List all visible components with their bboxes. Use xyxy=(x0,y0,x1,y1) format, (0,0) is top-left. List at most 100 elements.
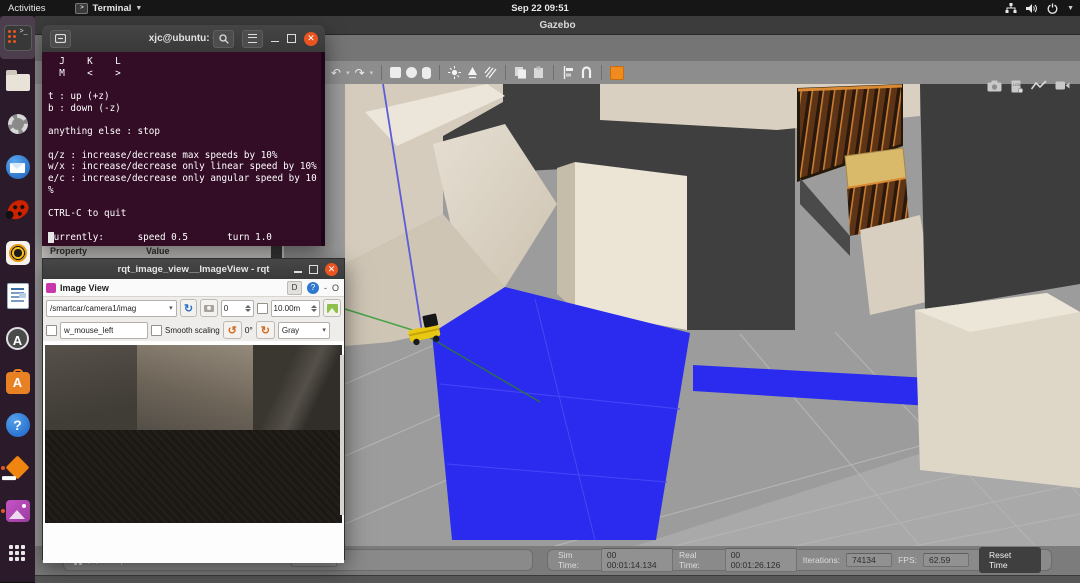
insert-box-icon[interactable] xyxy=(390,67,401,78)
close-button[interactable]: ✕ xyxy=(304,32,318,46)
rotate-right-button[interactable]: ↻ xyxy=(256,321,275,339)
refresh-topics-button[interactable]: ↻ xyxy=(180,299,198,317)
clock[interactable]: Sep 22 09:51 xyxy=(511,3,569,14)
value-column-header[interactable]: Value xyxy=(146,246,170,256)
plugin-settings-button[interactable]: D xyxy=(287,281,302,295)
dock-item-writer[interactable] xyxy=(0,274,35,317)
dock-item-gazebo[interactable] xyxy=(0,446,35,489)
zoom-spinbox[interactable]: 0 xyxy=(221,300,254,317)
dock-item-app-center[interactable]: A xyxy=(0,317,35,360)
dock-item-thunderbird[interactable] xyxy=(0,145,35,188)
dynamic-range-checkbox[interactable] xyxy=(257,303,267,314)
align-icon[interactable] xyxy=(562,66,575,79)
copy-icon[interactable] xyxy=(514,66,527,79)
panel-scrollbar[interactable] xyxy=(271,244,282,258)
app-menu-terminal[interactable]: > Terminal ▼ xyxy=(75,3,142,14)
dock-item-files[interactable] xyxy=(0,59,35,102)
terminal-app-icon xyxy=(4,25,32,51)
dock-item-settings[interactable] xyxy=(0,102,35,145)
iterations-label: Iterations: xyxy=(803,555,840,565)
sim-time-value: 00 00:01:14.134 xyxy=(601,548,673,572)
terminal-titlebar[interactable]: xjc@ubuntu: ~ ✕ xyxy=(42,25,325,52)
gazebo-left-panel-header: Property Value xyxy=(42,244,284,258)
maximize-button[interactable] xyxy=(309,265,318,274)
mouse-topic-field[interactable]: w_mouse_left xyxy=(60,322,148,339)
plugin-help-button[interactable]: ? xyxy=(307,282,319,294)
dock-item-image-viewer[interactable] xyxy=(0,489,35,532)
terminal-scrollbar[interactable] xyxy=(321,52,325,246)
app-menu-label: Terminal xyxy=(92,3,131,14)
undo-icon[interactable]: ↶ xyxy=(331,67,341,79)
statusbar-right-segment: Sim Time: 00 00:01:14.134 Real Time: 00 … xyxy=(547,549,1052,571)
spot-light-icon[interactable] xyxy=(466,66,479,79)
change-view-icon[interactable] xyxy=(610,66,624,80)
save-image-button[interactable] xyxy=(323,299,341,317)
close-button[interactable]: ✕ xyxy=(325,263,338,276)
smooth-scaling-label: Smooth scaling xyxy=(165,326,220,335)
paste-icon[interactable] xyxy=(532,66,545,79)
camera-floor xyxy=(45,430,342,523)
plugin-minimize-button[interactable]: - xyxy=(324,283,327,293)
camera-wall-center xyxy=(137,345,253,432)
screenshot-camera-icon[interactable] xyxy=(987,80,1002,92)
property-column-header[interactable]: Property xyxy=(50,246,146,256)
rotate-left-button[interactable]: ↺ xyxy=(223,321,242,339)
maximize-button[interactable] xyxy=(287,34,296,43)
thunderbird-icon xyxy=(6,155,30,179)
activities-button[interactable]: Activities xyxy=(8,3,45,14)
redo-menu-icon[interactable]: ▾ xyxy=(370,69,374,77)
publish-click-checkbox[interactable] xyxy=(46,325,57,336)
network-icon xyxy=(1005,3,1017,14)
terminal-icon: > xyxy=(75,3,88,14)
point-light-icon[interactable] xyxy=(448,66,461,79)
terminal-body[interactable]: J K L M < > t : up (+z) b : down (-z) an… xyxy=(42,52,325,246)
rqt-scrollbar[interactable] xyxy=(340,355,344,515)
camera-image-area[interactable] xyxy=(43,341,344,525)
log-record-icon[interactable]: LOG xyxy=(1010,80,1023,93)
blue-floor-main xyxy=(432,287,690,540)
gazebo-diamond-icon xyxy=(5,455,29,479)
undo-menu-icon[interactable]: ▾ xyxy=(346,69,350,77)
dock-item-show-apps[interactable] xyxy=(0,532,35,575)
insert-cylinder-icon[interactable] xyxy=(422,67,431,79)
max-range-spinbox[interactable]: 10.00m xyxy=(271,300,321,317)
dock-item-rhythmbox[interactable] xyxy=(0,231,35,274)
snap-magnet-icon[interactable] xyxy=(580,66,593,79)
redo-icon[interactable]: ↷ xyxy=(355,67,365,79)
video-record-icon[interactable] xyxy=(1055,80,1070,91)
terminal-output: J K L M < > t : up (+z) b : down (-z) an… xyxy=(48,56,325,243)
minimize-button[interactable] xyxy=(271,41,279,43)
terminal-window: xjc@ubuntu: ~ ✕ J K L M < > t : up (+z) … xyxy=(42,25,325,246)
plot-curve-icon[interactable] xyxy=(1031,80,1047,91)
dock-item-help[interactable]: ? xyxy=(0,403,35,446)
smooth-scaling-checkbox[interactable] xyxy=(151,325,162,336)
search-button[interactable] xyxy=(213,30,234,48)
menu-button[interactable] xyxy=(242,30,263,48)
dock-item-ubuntu-software[interactable]: A xyxy=(0,360,35,403)
reset-time-button[interactable]: Reset Time xyxy=(979,547,1041,573)
dock-item-debugger[interactable] xyxy=(0,188,35,231)
panel-empty-area xyxy=(43,525,344,563)
colormap-dropdown[interactable]: Gray ▾ xyxy=(278,322,330,339)
camera-wall-left xyxy=(45,345,137,432)
new-tab-button[interactable] xyxy=(50,30,71,48)
dock-item-terminal[interactable] xyxy=(0,16,35,59)
power-icon xyxy=(1047,3,1058,14)
system-tray[interactable]: ▼ xyxy=(1005,3,1074,14)
snapshot-button[interactable] xyxy=(200,299,218,317)
topic-dropdown[interactable]: /smartcar/camera1/imag ▾ xyxy=(46,300,177,317)
center-wall-side xyxy=(557,162,575,310)
camera-image xyxy=(45,345,342,523)
document-icon xyxy=(7,283,29,309)
image-view-toolbar-row1: /smartcar/camera1/imag ▾ ↻ 0 10.00m xyxy=(43,297,344,319)
insert-sphere-icon[interactable] xyxy=(406,67,417,78)
minimize-button[interactable] xyxy=(294,271,302,273)
plugin-close-button[interactable]: O xyxy=(332,283,339,293)
rqt-window: rqt_image_view__ImageView - rqt ✕ Image … xyxy=(42,258,345,560)
rqt-titlebar[interactable]: rqt_image_view__ImageView - rqt ✕ xyxy=(43,259,344,279)
plugin-icon xyxy=(46,283,56,293)
running-indicator xyxy=(1,509,5,513)
directional-light-icon[interactable] xyxy=(484,66,497,79)
question-icon: ? xyxy=(6,413,30,437)
software-bag-icon: A xyxy=(6,372,30,394)
